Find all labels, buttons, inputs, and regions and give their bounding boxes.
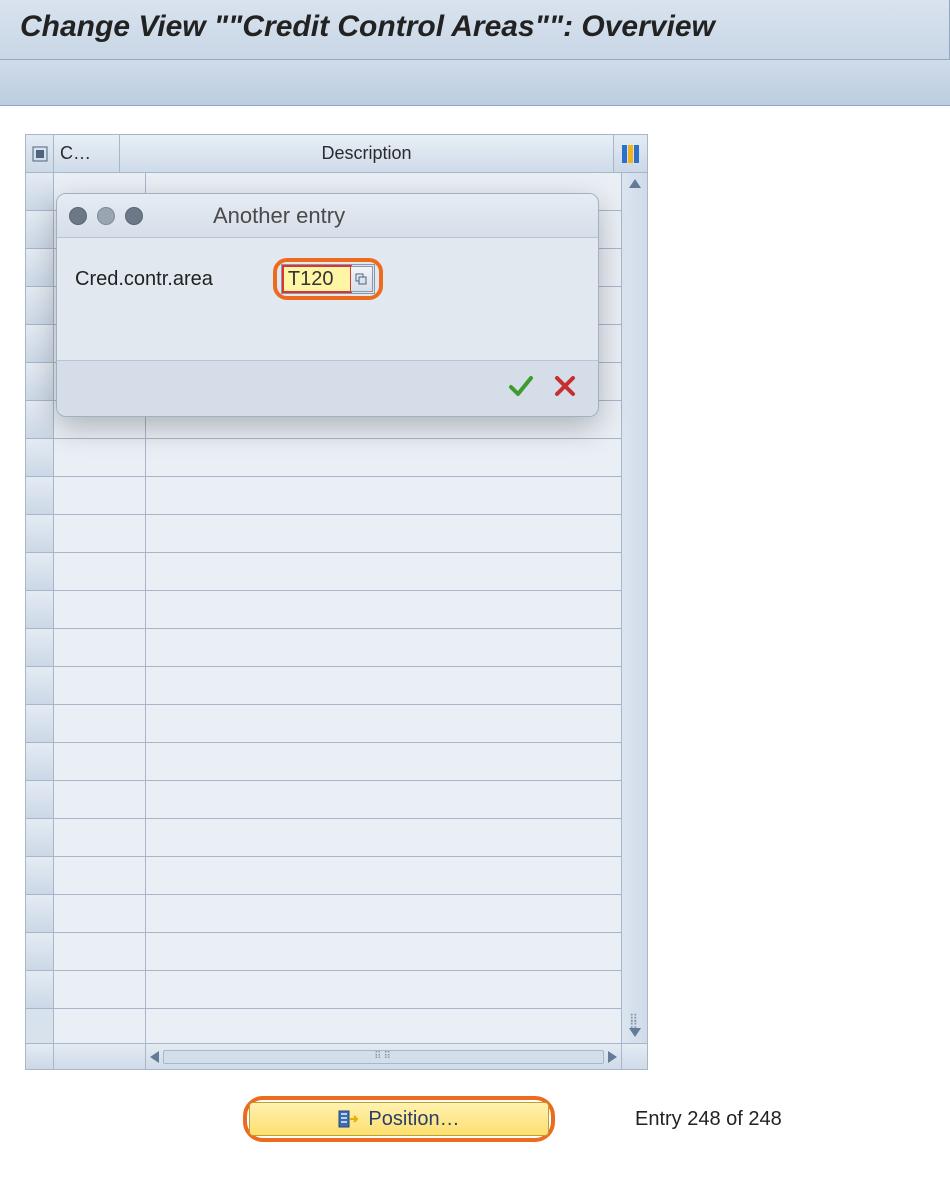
cancel-button[interactable]	[552, 373, 578, 404]
close-icon	[552, 373, 578, 399]
scroll-up-icon[interactable]	[629, 179, 641, 188]
scroll-right-icon[interactable]	[608, 1051, 617, 1063]
table-header: C… Description	[26, 135, 647, 173]
position-icon	[338, 1109, 358, 1129]
position-highlight: Position…	[243, 1096, 555, 1142]
row-selector[interactable]	[26, 629, 53, 667]
toolbar	[0, 60, 950, 106]
row-selector[interactable]	[26, 249, 53, 287]
row-selector[interactable]	[26, 553, 53, 591]
row-selector[interactable]	[26, 363, 53, 401]
row-selector[interactable]	[26, 705, 53, 743]
row-selector[interactable]	[26, 515, 53, 553]
select-all-button[interactable]	[26, 135, 54, 172]
position-label: Position…	[368, 1108, 459, 1131]
field-label-cred-contr-area: Cred.contr.area	[75, 268, 213, 291]
row-selector[interactable]	[26, 667, 53, 705]
column-header-code[interactable]: C…	[54, 135, 120, 172]
search-help-icon	[355, 273, 367, 285]
another-entry-dialog: Another entry Cred.contr.area T120	[56, 193, 599, 417]
row-selector[interactable]	[26, 971, 53, 1009]
row-selector[interactable]	[26, 439, 53, 477]
row-selector[interactable]	[26, 211, 53, 249]
row-selector[interactable]	[26, 857, 53, 895]
scroll-track[interactable]: ⠿⠿	[163, 1050, 604, 1064]
position-button[interactable]: Position…	[249, 1102, 549, 1136]
window-zoom-dot[interactable]	[125, 207, 143, 225]
table-settings-button[interactable]	[613, 135, 647, 172]
row-selector[interactable]	[26, 287, 53, 325]
scroll-left-icon[interactable]	[150, 1051, 159, 1063]
dialog-titlebar[interactable]: Another entry	[57, 194, 598, 238]
search-help-button[interactable]	[351, 266, 373, 292]
horizontal-scrollbar[interactable]: ⠿⠿	[146, 1044, 621, 1069]
vertical-scrollbar[interactable]: ⠿⠿	[621, 173, 647, 1043]
page-title: Change View ""Credit Control Areas"": Ov…	[0, 0, 950, 60]
scroll-grip-icon[interactable]: ⠿⠿	[629, 1016, 640, 1028]
ok-button[interactable]	[508, 373, 534, 404]
column-header-description[interactable]: Description	[120, 135, 613, 172]
row-selector[interactable]	[26, 401, 53, 439]
entry-counter: Entry 248 of 248	[635, 1108, 782, 1131]
row-selector[interactable]	[26, 781, 53, 819]
window-minimize-dot[interactable]	[97, 207, 115, 225]
row-selector[interactable]	[26, 477, 53, 515]
window-close-dot[interactable]	[69, 207, 87, 225]
row-selector[interactable]	[26, 933, 53, 971]
dialog-title: Another entry	[213, 203, 345, 229]
scroll-down-icon[interactable]	[629, 1028, 641, 1037]
row-selector-column	[26, 173, 54, 1043]
table-settings-icon	[622, 145, 640, 163]
checkmark-icon	[508, 373, 534, 399]
row-selector[interactable]	[26, 819, 53, 857]
row-selector[interactable]	[26, 325, 53, 363]
row-selector[interactable]	[26, 895, 53, 933]
select-all-icon	[32, 146, 48, 162]
row-selector[interactable]	[26, 173, 53, 211]
cred-contr-area-input[interactable]: T120	[283, 266, 351, 292]
row-selector[interactable]	[26, 591, 53, 629]
input-highlight: T120	[273, 258, 383, 300]
row-selector[interactable]	[26, 743, 53, 781]
